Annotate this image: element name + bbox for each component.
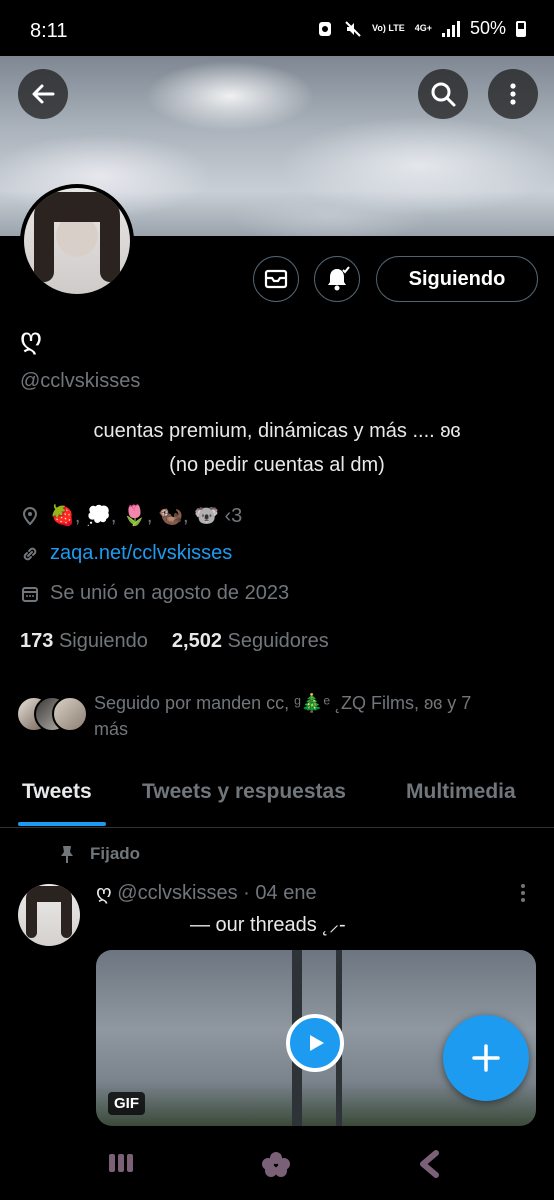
play-icon bbox=[310, 1035, 324, 1051]
mute-icon bbox=[345, 20, 361, 37]
avatar bbox=[52, 696, 88, 732]
tab-tweets[interactable]: Tweets bbox=[22, 780, 92, 804]
display-name: ღ bbox=[20, 323, 43, 354]
profile-avatar[interactable] bbox=[20, 184, 134, 298]
pin-icon bbox=[61, 846, 73, 863]
tweet-more-button[interactable] bbox=[516, 880, 530, 912]
signal-icon bbox=[441, 20, 460, 37]
website-row[interactable]: zaqa.net/cclvskisses bbox=[20, 542, 232, 565]
volte-indicator: Vo) LTE bbox=[372, 23, 405, 33]
joined-row: Se unió en agosto de 2023 bbox=[20, 582, 289, 605]
back-button[interactable] bbox=[18, 69, 68, 119]
search-icon bbox=[431, 82, 456, 107]
followers-link[interactable]: 2,502 Seguidores bbox=[172, 630, 329, 653]
followed-by-line-1: Seguido por manden cc, ᵍ🎄ᵉ ˛ZQ Films, ʚɞ… bbox=[94, 693, 472, 713]
following-link[interactable]: 173 Siguiendo bbox=[20, 630, 148, 653]
tweet-author-name: ღ bbox=[96, 882, 112, 904]
active-tab-indicator bbox=[18, 822, 106, 826]
avatar-image bbox=[24, 188, 130, 294]
gif-badge: GIF bbox=[108, 1092, 145, 1115]
bio-line-2: (no pedir cuentas al dm) bbox=[169, 454, 385, 476]
tweet-avatar[interactable] bbox=[18, 884, 80, 946]
battery-icon bbox=[516, 20, 526, 37]
location-text: 🍓, 💭, 🌷, 🦦, 🐨 ‹3 bbox=[50, 505, 243, 527]
tweet-text: — our threads ˛⸝- bbox=[190, 914, 346, 936]
status-bar: 8:11 Vo) LTE 4G+ 50% bbox=[0, 0, 554, 56]
recycle-icon bbox=[319, 21, 332, 36]
pinned-text: Fijado bbox=[90, 844, 141, 863]
home-icon[interactable] bbox=[260, 1150, 292, 1178]
notifications-button[interactable] bbox=[314, 256, 360, 302]
bio-line-1: cuentas premium, dinámicas y más .... ʚɞ bbox=[93, 420, 461, 442]
envelope-icon bbox=[264, 269, 288, 289]
network-type-indicator: 4G+ bbox=[414, 23, 432, 33]
profile-tabs: Tweets Tweets y respuestas Multimedia bbox=[0, 760, 554, 828]
profile-handle: @cclvskisses bbox=[20, 370, 141, 392]
back-icon[interactable] bbox=[416, 1150, 444, 1178]
location-row: 🍓, 💭, 🌷, 🦦, 🐨 ‹3 bbox=[20, 503, 242, 528]
play-button[interactable] bbox=[286, 1014, 344, 1072]
website-link[interactable]: zaqa.net/cclvskisses bbox=[50, 542, 232, 565]
joined-text: Se unió en agosto de 2023 bbox=[50, 582, 290, 604]
following-button[interactable]: Siguiendo bbox=[376, 256, 538, 302]
plus-icon bbox=[472, 1044, 500, 1072]
calendar-icon bbox=[22, 586, 38, 602]
followed-by-line-2: más bbox=[94, 719, 129, 739]
following-count: 173 bbox=[20, 630, 54, 652]
tab-media[interactable]: Multimedia bbox=[406, 780, 516, 804]
followers-label: Seguidores bbox=[227, 630, 329, 652]
arrow-left-icon bbox=[32, 84, 55, 104]
status-time: 8:11 bbox=[30, 20, 68, 42]
location-pin-icon bbox=[22, 506, 38, 525]
battery-percent: 50% bbox=[469, 18, 506, 38]
message-button[interactable] bbox=[253, 256, 299, 302]
bell-check-icon bbox=[328, 266, 350, 291]
pinned-label: Fijado bbox=[58, 844, 140, 864]
link-icon bbox=[23, 547, 37, 560]
followed-by-text: Seguido por manden cc, ᵍ🎄ᵉ ˛ZQ Films, ʚɞ… bbox=[94, 690, 471, 742]
following-label: Siguiendo bbox=[58, 630, 148, 652]
compose-button[interactable] bbox=[443, 1015, 529, 1101]
status-icons: Vo) LTE 4G+ 50% bbox=[316, 18, 526, 39]
more-button[interactable] bbox=[488, 69, 538, 119]
recents-icon[interactable] bbox=[106, 1150, 136, 1176]
more-vertical-icon bbox=[510, 83, 516, 105]
search-button[interactable] bbox=[418, 69, 468, 119]
tweet-author-handle[interactable]: @cclvskisses bbox=[117, 882, 237, 904]
follow-counts: 173 Siguiendo 2,502 Seguidores bbox=[20, 630, 329, 653]
tweet-header: ღ @cclvskisses · 04 ene bbox=[96, 880, 317, 905]
followers-count: 2,502 bbox=[171, 630, 222, 652]
more-vertical-icon bbox=[521, 884, 525, 902]
followed-by-avatars bbox=[16, 696, 90, 734]
system-nav-bar bbox=[0, 1128, 554, 1200]
tweet-date: · 04 ene bbox=[243, 882, 317, 904]
tab-tweets-replies[interactable]: Tweets y respuestas bbox=[142, 780, 346, 804]
